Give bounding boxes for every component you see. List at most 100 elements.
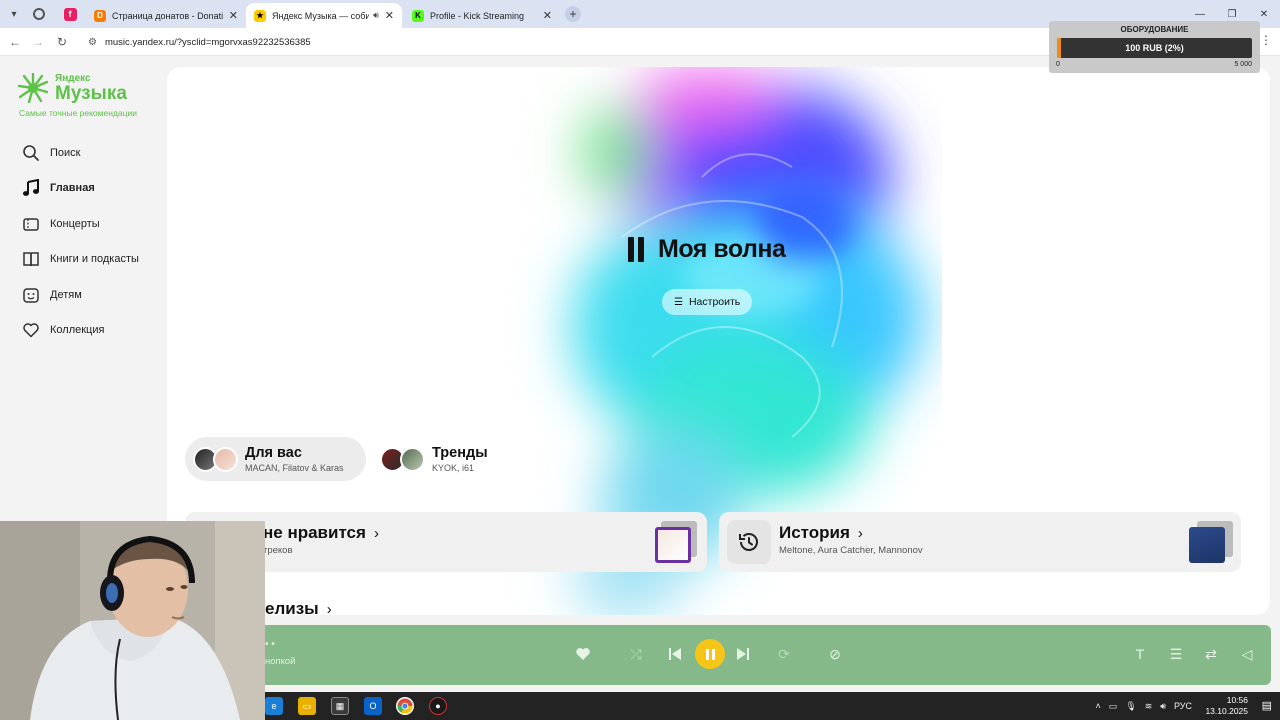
- releases-title: елизы: [265, 599, 319, 615]
- store-icon[interactable]: ▦: [331, 697, 349, 715]
- site-settings-icon[interactable]: ⚙: [88, 37, 97, 48]
- tray-wifi-icon[interactable]: ≋: [1145, 701, 1153, 712]
- chip-for-you[interactable]: Для вас MACAN, Filatov & Karas: [185, 437, 366, 481]
- tab-search-chevron-icon[interactable]: ▾: [4, 4, 24, 24]
- tray-volume-icon[interactable]: 🔊︎: [1160, 701, 1166, 712]
- forward-arrow-icon[interactable]: →: [29, 33, 47, 51]
- tab-close-icon[interactable]: ✕: [385, 9, 394, 22]
- new-tab-button[interactable]: +: [565, 6, 581, 22]
- webcam-overlay: [0, 521, 265, 720]
- address-bar[interactable]: ⚙ music.yandex.ru/?ysclid=mgorvxas922325…: [80, 31, 1040, 53]
- next-track-icon[interactable]: [732, 643, 754, 665]
- donation-goal-widget: ОБОРУДОВАНИЕ 100 RUB (2%) 0 5 000: [1049, 21, 1260, 73]
- tray-mic-icon[interactable]: 🎙︎: [1125, 701, 1136, 712]
- history-icon: [727, 520, 771, 564]
- main-content: Моя волна ☰ Настроить Для вас MACAN, Fil…: [167, 67, 1270, 615]
- play-pause-button[interactable]: [695, 639, 725, 669]
- donation-min: 0: [1056, 61, 1060, 68]
- card-history[interactable]: История › Meltone, Aura Catcher, Mannono…: [719, 512, 1241, 572]
- chip-avatars: [193, 444, 241, 474]
- sidebar-item-books[interactable]: Книги и подкасты: [22, 242, 139, 278]
- sidebar-item-search[interactable]: Поиск: [22, 135, 139, 171]
- obs-icon[interactable]: ●: [429, 697, 447, 715]
- file-explorer-icon[interactable]: ▭: [298, 697, 316, 715]
- my-wave-label: Моя волна: [658, 235, 786, 263]
- chevron-right-icon: ›: [373, 524, 379, 542]
- kids-icon: [23, 288, 39, 303]
- like-heart-icon[interactable]: [572, 643, 594, 665]
- search-icon: [23, 144, 39, 161]
- donation-max: 5 000: [1234, 61, 1252, 68]
- speaker-icon[interactable]: 🔊︎: [373, 10, 379, 21]
- yandex-music-logo[interactable]: Яндекс Музыка Самые точные рекомендации: [18, 71, 158, 121]
- shuffle-icon[interactable]: ⤮: [625, 643, 647, 665]
- card-subtitle: треков: [263, 545, 293, 556]
- repeat-icon[interactable]: ⟳: [773, 643, 795, 665]
- outlook-icon[interactable]: O: [364, 697, 382, 715]
- lyrics-icon[interactable]: T: [1129, 643, 1151, 665]
- donation-progress-bar: 100 RUB (2%): [1057, 38, 1252, 58]
- donation-goal-title: ОБОРУДОВАНИЕ: [1120, 25, 1189, 34]
- book-icon: [23, 252, 39, 267]
- edge-icon[interactable]: e: [265, 697, 283, 715]
- previous-track-icon[interactable]: [664, 643, 686, 665]
- sidebar-item-home[interactable]: Главная: [22, 171, 139, 207]
- releases-heading[interactable]: елизы ›: [265, 599, 332, 615]
- clock-time: 10:56: [1226, 695, 1248, 705]
- chevron-right-icon: ›: [326, 600, 332, 616]
- tab-close-icon[interactable]: ✕: [229, 9, 238, 22]
- queue-icon[interactable]: ☰: [1165, 643, 1187, 665]
- chip-trends[interactable]: Тренды KYOK, i61: [372, 437, 522, 481]
- globe-icon: [33, 8, 45, 20]
- chip-title: Для вас: [245, 445, 302, 461]
- sidebar-item-label: Главная: [50, 182, 95, 195]
- logo-burst-icon: [18, 73, 48, 103]
- my-wave-title[interactable]: Моя волна: [628, 235, 786, 264]
- block-track-icon[interactable]: ⊘: [824, 643, 846, 665]
- yandex-music-favicon-icon: ★: [254, 9, 266, 22]
- notifications-icon[interactable]: ▤: [1262, 699, 1272, 712]
- back-arrow-icon[interactable]: ←: [6, 33, 24, 51]
- sidebar-item-label: Детям: [50, 288, 82, 301]
- card-subtitle: Meltone, Aura Catcher, Mannonov: [779, 545, 923, 556]
- artist-avatar: [213, 447, 238, 472]
- chip-avatars: [380, 444, 428, 474]
- chrome-icon[interactable]: [396, 697, 414, 715]
- donation-progress-text: 100 RUB (2%): [1125, 43, 1184, 53]
- card-title: не нравится: [263, 523, 366, 542]
- reload-icon[interactable]: ↻: [53, 33, 71, 51]
- track-subtitle: нопкой: [265, 656, 296, 667]
- sidebar-item-kids[interactable]: Детям: [22, 277, 139, 313]
- tab-kick[interactable]: K Profile - Kick Streaming ✕: [404, 3, 560, 28]
- chip-title: Тренды: [432, 445, 488, 461]
- settings-sliders-icon[interactable]: ⇄: [1200, 643, 1222, 665]
- sidebar-item-collection[interactable]: Коллекция: [22, 313, 139, 349]
- tab-close-icon[interactable]: ✕: [543, 9, 552, 22]
- volume-icon[interactable]: ◁: [1236, 643, 1258, 665]
- card-title: История: [779, 523, 850, 542]
- artist-avatar: [400, 447, 425, 472]
- tune-button[interactable]: ☰ Настроить: [662, 289, 753, 315]
- chevron-right-icon: ›: [857, 524, 863, 542]
- heart-icon: [23, 323, 39, 338]
- pinned-tab-2[interactable]: f: [61, 5, 79, 23]
- kick-favicon-icon: K: [412, 9, 424, 22]
- browser-menu-icon[interactable]: ⋮: [1260, 33, 1272, 47]
- pause-icon[interactable]: [628, 237, 648, 262]
- logo-tagline: Самые точные рекомендации: [19, 108, 137, 118]
- tab-donations[interactable]: D Страница донатов - DonationAlerts ✕: [86, 3, 246, 28]
- music-note-icon: [23, 179, 39, 197]
- tab-title: Яндекс Музыка — собираем музыку для вас: [272, 10, 370, 21]
- tune-label: Настроить: [688, 296, 741, 308]
- sidebar-item-concerts[interactable]: Концерты: [22, 206, 139, 242]
- chip-subtitle: KYOK, i61: [432, 463, 475, 473]
- tray-chevron-icon[interactable]: ˄: [1096, 701, 1101, 711]
- tab-yandex-music[interactable]: ★ Яндекс Музыка — собираем музыку для ва…: [246, 3, 402, 28]
- tray-battery-icon[interactable]: ▭: [1109, 701, 1118, 712]
- clock-date: 13.10.2025: [1205, 706, 1248, 716]
- pause-bar: [711, 648, 715, 660]
- tray-language[interactable]: РУС: [1174, 701, 1192, 711]
- taskbar-clock[interactable]: 10:56 13.10.2025: [1205, 695, 1248, 717]
- pause-bar: [705, 648, 709, 660]
- pinned-tab-1[interactable]: [30, 5, 48, 23]
